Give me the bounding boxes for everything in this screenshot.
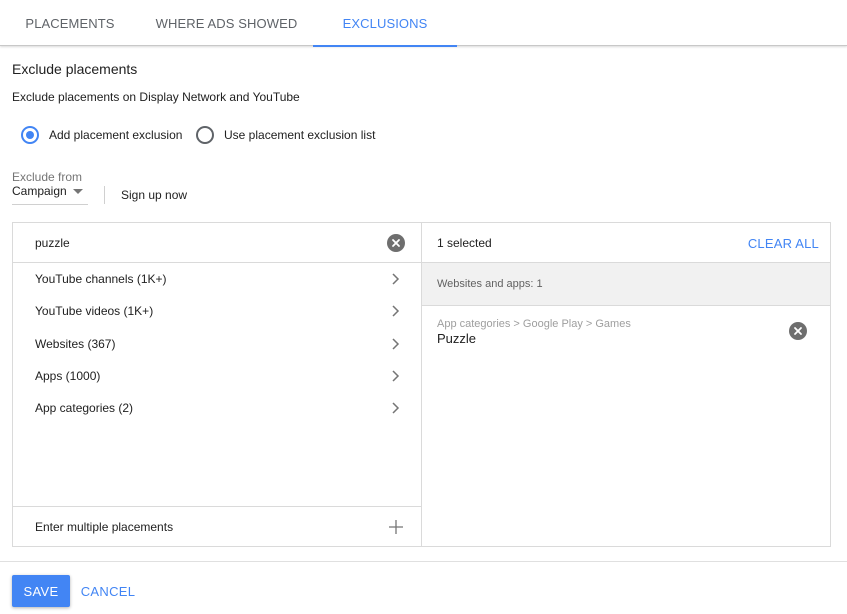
tab-placements[interactable]: PLACEMENTS (0, 0, 140, 46)
exclude-from-label: Exclude from (12, 170, 83, 184)
category-label: YouTube videos (1K+) (35, 304, 154, 318)
chevron-right-icon (392, 402, 400, 414)
caret-down-icon (72, 189, 83, 194)
radio-use-exclusion-list[interactable]: Use placement exclusion list (196, 125, 375, 145)
sign-up-link[interactable]: Sign up now (121, 188, 187, 202)
category-label: Websites (367) (35, 337, 116, 351)
tab-where-ads-showed[interactable]: WHERE ADS SHOWED (140, 0, 313, 46)
category-item-app-categories[interactable]: App categories (2) (13, 392, 422, 424)
plus-icon[interactable] (389, 520, 403, 534)
search-input[interactable] (35, 234, 375, 252)
selected-item-path: App categories > Google Play > Games (437, 318, 631, 330)
clear-search-icon[interactable] (387, 234, 405, 252)
tab-exclusions[interactable]: EXCLUSIONS (313, 0, 457, 47)
chevron-right-icon (392, 273, 400, 285)
enter-multiple-placements[interactable]: Enter multiple placements (13, 506, 422, 546)
search-row (13, 223, 422, 263)
selected-item: App categories > Google Play > Games Puz… (422, 306, 830, 356)
clear-all-button[interactable]: CLEAR ALL (748, 236, 819, 251)
divider (104, 186, 105, 204)
tab-bar: PLACEMENTS WHERE ADS SHOWED EXCLUSIONS (0, 0, 847, 47)
cancel-button[interactable]: CANCEL (76, 575, 140, 607)
category-item-websites[interactable]: Websites (367) (13, 328, 422, 360)
category-item-youtube-videos[interactable]: YouTube videos (1K+) (13, 295, 422, 327)
chevron-right-icon (392, 338, 400, 350)
footer-divider (0, 561, 847, 562)
save-button[interactable]: SAVE (12, 575, 70, 607)
selected-count: 1 selected (437, 236, 492, 250)
radio-unchecked-icon[interactable] (196, 126, 214, 144)
radio-label: Add placement exclusion (49, 128, 183, 142)
chevron-right-icon (392, 305, 400, 317)
radio-add-placement-exclusion[interactable]: Add placement exclusion (21, 125, 182, 145)
group-label: Websites and apps: 1 (437, 278, 543, 290)
browse-pane: YouTube channels (1K+) YouTube videos (1… (13, 223, 422, 546)
selected-header: 1 selected CLEAR ALL (422, 223, 830, 263)
category-label: YouTube channels (1K+) (35, 272, 167, 286)
chevron-right-icon (392, 370, 400, 382)
radio-label: Use placement exclusion list (224, 128, 376, 142)
exclude-from-dropdown[interactable]: Campaign (12, 183, 88, 205)
selected-pane: 1 selected CLEAR ALL Websites and apps: … (422, 223, 830, 546)
category-item-youtube-channels[interactable]: YouTube channels (1K+) (13, 263, 422, 295)
group-header: Websites and apps: 1 (422, 263, 830, 306)
selected-item-name: Puzzle (437, 331, 477, 346)
category-label: App categories (2) (35, 401, 134, 415)
placement-picker: YouTube channels (1K+) YouTube videos (1… (12, 222, 831, 547)
category-item-apps[interactable]: Apps (1000) (13, 360, 422, 392)
enter-multiple-placements-label: Enter multiple placements (35, 520, 174, 534)
radio-checked-icon[interactable] (21, 126, 39, 144)
category-label: Apps (1000) (35, 369, 101, 383)
dropdown-value: Campaign (12, 184, 67, 198)
remove-item-icon[interactable] (789, 322, 807, 340)
section-title: Exclude placements (12, 61, 138, 77)
section-subtitle: Exclude placements on Display Network an… (12, 90, 300, 104)
